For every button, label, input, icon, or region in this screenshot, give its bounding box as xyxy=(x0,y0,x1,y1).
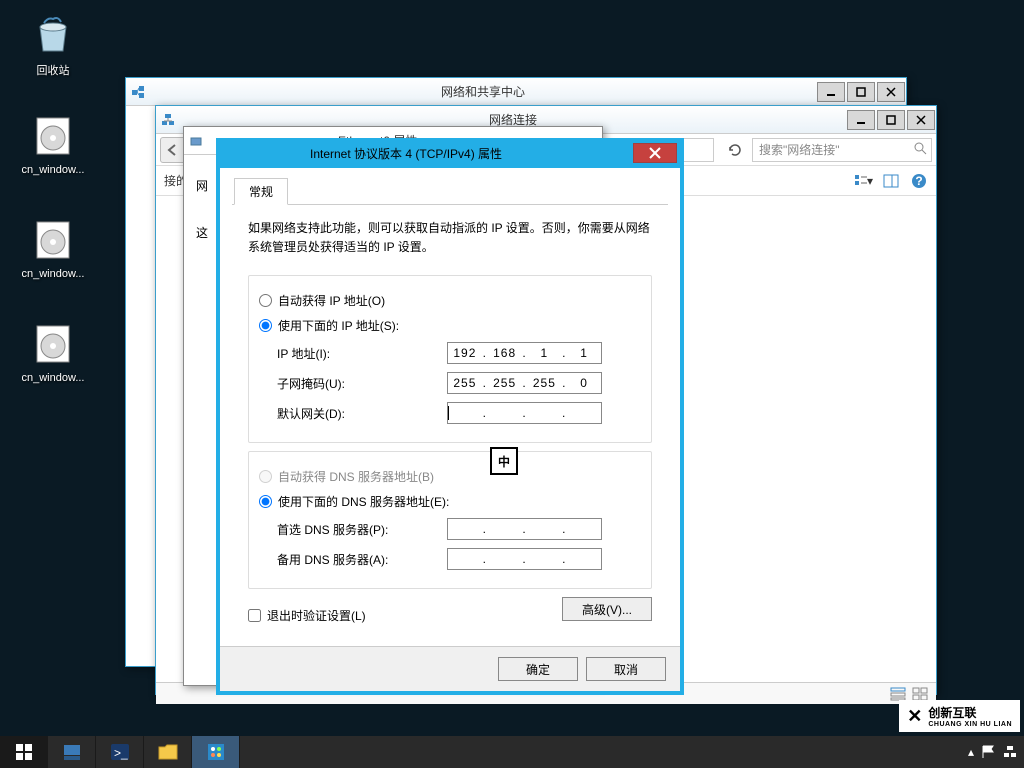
desktop-icon-iso-2[interactable]: cn_window... xyxy=(18,216,88,280)
titlebar[interactable]: 网络和共享中心 xyxy=(126,78,906,106)
desktop-icon-iso-1[interactable]: cn_window... xyxy=(18,112,88,176)
dialog-ipv4-properties[interactable]: Internet 协议版本 4 (TCP/IPv4) 属性 常规 如果网络支持此… xyxy=(216,138,684,695)
search-input[interactable]: 搜索"网络连接" xyxy=(752,138,932,162)
taskbar-powershell[interactable]: >_ xyxy=(96,736,144,768)
disc-icon xyxy=(29,216,77,264)
tab-general[interactable]: 常规 xyxy=(234,178,288,205)
maximize-button[interactable] xyxy=(877,110,905,130)
taskbar-control-panel[interactable] xyxy=(192,736,240,768)
input-ip-address[interactable]: 192. 168. 1. 1 xyxy=(447,342,602,364)
system-tray[interactable]: ▴ xyxy=(968,736,1024,768)
desktop-icon-label: cn_window... xyxy=(18,268,88,280)
maximize-button[interactable] xyxy=(847,82,875,102)
radio-input xyxy=(259,470,272,483)
label-subnet-mask: 子网掩码(U): xyxy=(277,375,447,392)
label-default-gateway: 默认网关(D): xyxy=(277,405,447,422)
desktop-icon-iso-3[interactable]: cn_window... xyxy=(18,320,88,384)
preview-pane-button[interactable] xyxy=(880,170,902,192)
ime-indicator[interactable]: 中 xyxy=(490,447,518,475)
input-alternate-dns[interactable]: . . . xyxy=(447,548,602,570)
radio-input[interactable] xyxy=(259,495,272,508)
radio-input[interactable] xyxy=(259,294,272,307)
titlebar[interactable]: Internet 协议版本 4 (TCP/IPv4) 属性 xyxy=(220,138,680,168)
close-button[interactable] xyxy=(633,143,677,163)
input-default-gateway[interactable]: . . . xyxy=(447,402,602,424)
app-icon xyxy=(184,133,208,149)
checkbox-label: 退出时验证设置(L) xyxy=(267,607,366,624)
search-placeholder: 搜索"网络连接" xyxy=(759,141,840,158)
help-button[interactable]: ? xyxy=(908,170,930,192)
taskbar-server-manager[interactable] xyxy=(48,736,96,768)
cancel-button[interactable]: 取消 xyxy=(586,657,666,681)
desktop-icon-label: 回收站 xyxy=(18,62,88,78)
close-button[interactable] xyxy=(877,82,905,102)
tray-network-icon[interactable] xyxy=(1002,744,1018,760)
ime-text: 中 xyxy=(498,453,510,470)
dialog-title: Internet 协议版本 4 (TCP/IPv4) 属性 xyxy=(220,145,632,162)
input-preferred-dns[interactable]: . . . xyxy=(447,518,602,540)
desktop-icon-label: cn_window... xyxy=(18,164,88,176)
ok-button[interactable]: 确定 xyxy=(498,657,578,681)
input-subnet-mask[interactable]: 255. 255. 255. 0 xyxy=(447,372,602,394)
disc-icon xyxy=(29,112,77,160)
app-icon xyxy=(126,84,150,100)
radio-label: 自动获得 DNS 服务器地址(B) xyxy=(278,468,434,485)
taskbar[interactable]: >_ ▴ xyxy=(0,736,1024,768)
disc-icon xyxy=(29,320,77,368)
start-button[interactable] xyxy=(0,736,48,768)
refresh-button[interactable] xyxy=(722,137,748,163)
tiles-view-icon[interactable] xyxy=(912,687,928,701)
search-icon xyxy=(913,141,927,158)
recycle-bin-icon xyxy=(29,10,77,58)
label-ip-address: IP 地址(I): xyxy=(277,345,447,362)
label-preferred-dns: 首选 DNS 服务器(P): xyxy=(277,521,447,538)
logo-icon: ✕ xyxy=(907,706,922,727)
svg-text:>_: >_ xyxy=(114,746,128,760)
radio-input[interactable] xyxy=(259,319,272,332)
dialog-button-bar: 确定 取消 xyxy=(220,646,680,691)
details-view-icon[interactable] xyxy=(890,687,906,701)
taskbar-explorer[interactable] xyxy=(144,736,192,768)
brand-name: 创新互联 xyxy=(928,704,1012,721)
window-title: 网络和共享中心 xyxy=(150,83,816,100)
radio-auto-dns: 自动获得 DNS 服务器地址(B) xyxy=(259,468,641,485)
app-icon xyxy=(156,112,180,128)
radio-manual-dns[interactable]: 使用下面的 DNS 服务器地址(E): xyxy=(259,493,641,510)
desktop-icon-label: cn_window... xyxy=(18,372,88,384)
desktop-icon-recycle-bin[interactable]: 回收站 xyxy=(18,10,88,78)
label-alternate-dns: 备用 DNS 服务器(A): xyxy=(277,551,447,568)
tray-flag-icon[interactable] xyxy=(980,744,996,760)
tray-arrow-icon[interactable]: ▴ xyxy=(968,745,974,759)
view-options-button[interactable]: ▾ xyxy=(852,170,874,192)
radio-manual-ip[interactable]: 使用下面的 IP 地址(S): xyxy=(259,317,641,334)
radio-auto-ip[interactable]: 自动获得 IP 地址(O) xyxy=(259,292,641,309)
tab-strip: 常规 xyxy=(232,178,668,205)
close-button[interactable] xyxy=(907,110,935,130)
checkbox-validate-on-exit[interactable]: 退出时验证设置(L) xyxy=(248,607,366,624)
advanced-button[interactable]: 高级(V)... xyxy=(562,597,652,621)
brand-sub: CHUANG XIN HU LIAN xyxy=(928,721,1012,728)
svg-text:?: ? xyxy=(915,174,922,188)
radio-label: 自动获得 IP 地址(O) xyxy=(278,292,385,309)
minimize-button[interactable] xyxy=(847,110,875,130)
radio-label: 使用下面的 IP 地址(S): xyxy=(278,317,399,334)
watermark-logo: ✕ 创新互联 CHUANG XIN HU LIAN xyxy=(899,700,1020,732)
description-text: 如果网络支持此功能，则可以获取自动指派的 IP 设置。否则，你需要从网络系统管理… xyxy=(248,219,652,257)
radio-label: 使用下面的 DNS 服务器地址(E): xyxy=(278,493,449,510)
checkbox-input[interactable] xyxy=(248,609,261,622)
minimize-button[interactable] xyxy=(817,82,845,102)
